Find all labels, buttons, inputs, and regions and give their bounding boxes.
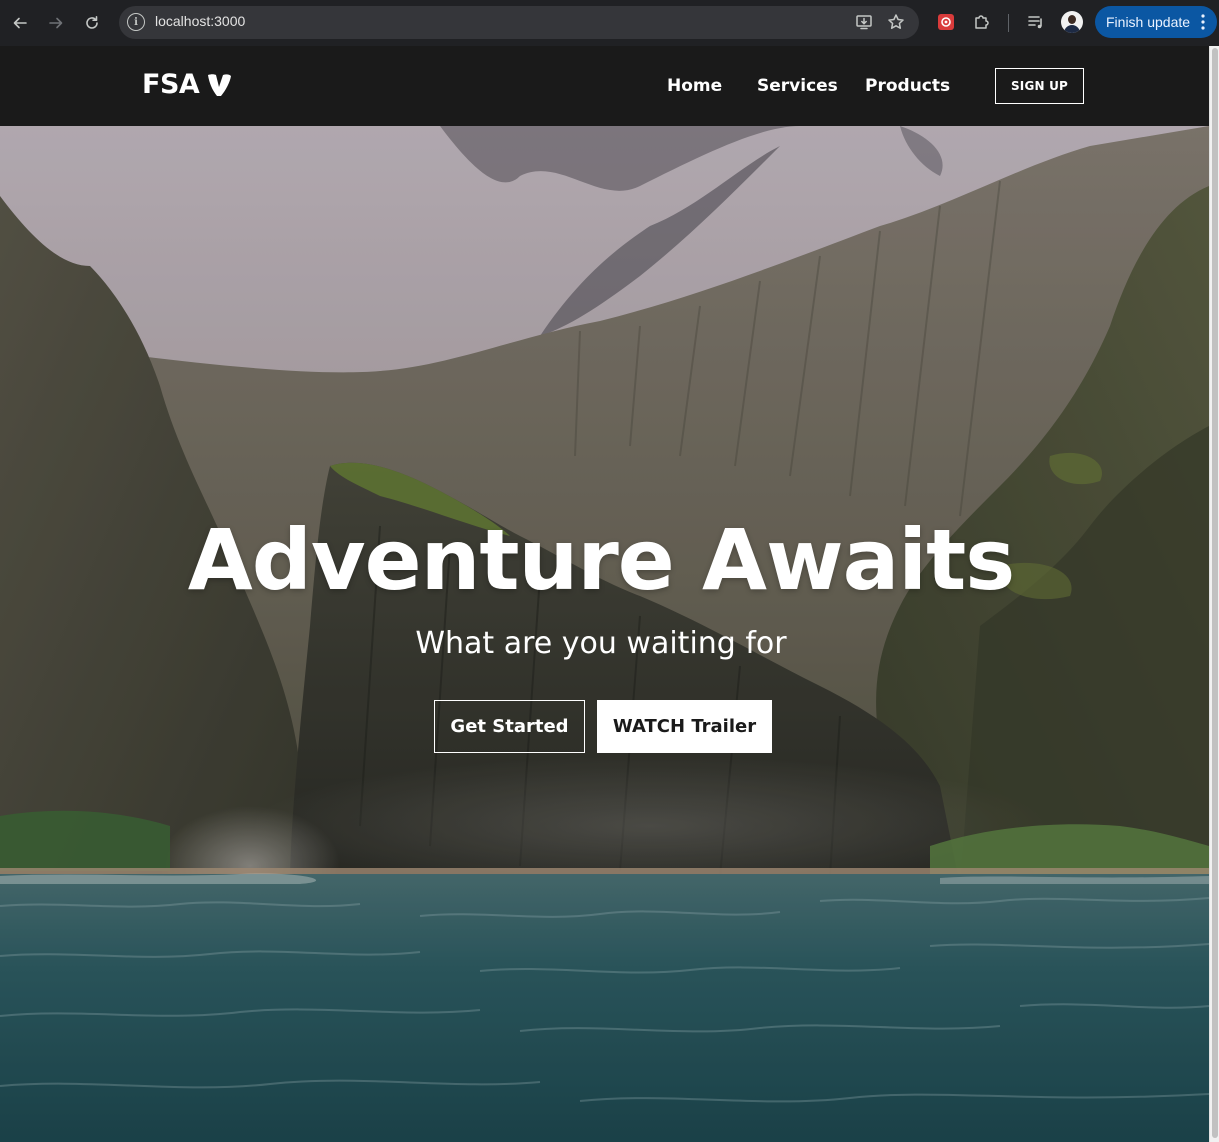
- address-bar[interactable]: i localhost:3000: [119, 6, 919, 39]
- scrollbar-thumb[interactable]: [1212, 48, 1218, 1138]
- site-info-icon[interactable]: i: [127, 13, 145, 31]
- profile-avatar[interactable]: [1061, 11, 1083, 33]
- get-started-button[interactable]: Get Started: [434, 700, 585, 753]
- back-button[interactable]: [8, 11, 32, 35]
- hero-subtitle: What are you waiting for: [415, 626, 787, 661]
- more-vert-icon: [1201, 14, 1205, 30]
- avatar-body: [1064, 25, 1080, 33]
- watch-trailer-button[interactable]: WATCH Trailer: [597, 700, 772, 753]
- extension-icon-red[interactable]: [935, 11, 957, 33]
- forward-arrow-icon: [49, 17, 63, 29]
- nav-link-services[interactable]: Services: [757, 76, 838, 96]
- reload-icon: [86, 16, 98, 29]
- site-logo[interactable]: FSA: [142, 69, 232, 100]
- url-text[interactable]: localhost:3000: [155, 13, 245, 29]
- toolbar-separator: [1008, 14, 1009, 32]
- page-viewport: FSA Home Services Products SIGN UP Adven…: [0, 46, 1209, 1142]
- install-app-icon[interactable]: [855, 13, 873, 31]
- site-navbar: FSA Home Services Products SIGN UP: [0, 46, 1209, 126]
- finish-update-label: Finish update: [1106, 14, 1191, 30]
- media-control-icon[interactable]: [1025, 11, 1047, 33]
- hero-title: Adventure Awaits: [187, 511, 1016, 609]
- hero-section: Adventure Awaits What are you waiting fo…: [0, 126, 1209, 1142]
- signup-button[interactable]: SIGN UP: [995, 68, 1084, 104]
- nav-link-products[interactable]: Products: [865, 76, 950, 96]
- finish-update-button[interactable]: Finish update: [1095, 6, 1217, 38]
- back-arrow-icon: [13, 17, 27, 29]
- nav-link-home[interactable]: Home: [667, 76, 722, 96]
- forward-button[interactable]: [44, 11, 68, 35]
- logo-text: FSA: [142, 69, 200, 100]
- browser-toolbar: i localhost:3000 Finish update: [0, 0, 1219, 46]
- avatar-head: [1068, 15, 1076, 24]
- bookmark-star-icon[interactable]: [887, 13, 905, 31]
- extension-puzzle-icon[interactable]: [971, 11, 993, 33]
- reload-button[interactable]: [80, 11, 104, 35]
- page-scrollbar[interactable]: [1209, 46, 1219, 1142]
- brand-v-icon: [208, 73, 232, 96]
